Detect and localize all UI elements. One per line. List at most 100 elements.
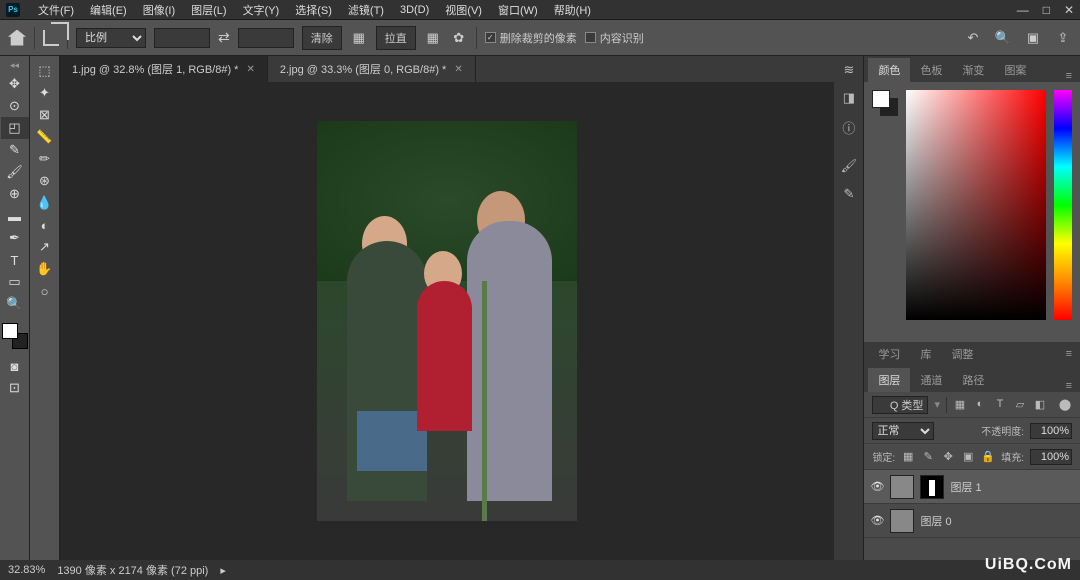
swap-dimensions-icon[interactable]: ⇄ (218, 29, 230, 46)
swatches-tab[interactable]: 色板 (910, 58, 952, 82)
layer-mask-thumbnail[interactable] (920, 475, 944, 499)
zoom-level[interactable]: 32.83% (8, 564, 45, 576)
paths-tab[interactable]: 路径 (952, 368, 994, 392)
patterns-tab[interactable]: 图案 (994, 58, 1036, 82)
visibility-eye-icon[interactable]: 👁 (870, 480, 884, 493)
color-foreground-swatch[interactable] (872, 90, 898, 116)
layer-thumbnail[interactable] (890, 475, 914, 499)
eyedropper-tool[interactable]: ✎ (1, 139, 29, 161)
stamp-tool[interactable]: ⊛ (31, 170, 59, 192)
libraries-tab[interactable]: 库 (910, 343, 941, 365)
lock-artboard-icon[interactable]: ▣ (961, 450, 975, 464)
type-tool[interactable]: T (1, 249, 29, 271)
settings-gear-icon[interactable]: ✿ (450, 29, 468, 47)
crop-preset-select[interactable]: 比例 (76, 28, 146, 48)
rectangle-tool[interactable]: ▭ (1, 271, 29, 293)
filter-shape-icon[interactable]: ▱ (1013, 398, 1027, 412)
gradients-tab[interactable]: 渐变 (952, 58, 994, 82)
workspace-icon[interactable]: ▣ (1024, 29, 1042, 47)
screenmode-tool[interactable]: ⊡ (1, 377, 29, 399)
menu-type[interactable]: 文字(Y) (235, 0, 288, 20)
share-icon[interactable]: ⇪ (1054, 29, 1072, 47)
adjustments-tab[interactable]: 调整 (941, 343, 983, 365)
history-icon[interactable]: ≋ (840, 62, 858, 80)
clear-button[interactable]: 清除 (302, 26, 342, 50)
frame-tool[interactable]: ⊠ (31, 104, 59, 126)
straighten-button[interactable]: 拉直 (376, 26, 416, 50)
filter-pixel-icon[interactable]: ▦ (953, 398, 967, 412)
layer-thumbnail[interactable] (890, 509, 914, 533)
lasso-tool[interactable]: ⊙ (1, 95, 29, 117)
tab-close-icon[interactable]: ✕ (454, 64, 462, 75)
crop-tool[interactable]: ◰ (1, 117, 29, 139)
document-tab-2[interactable]: 2.jpg @ 33.3% (图层 0, RGB/8#) *✕ (268, 56, 476, 82)
layer-name[interactable]: 图层 0 (920, 513, 951, 529)
minimize-button[interactable]: — (1017, 3, 1029, 17)
layer-name[interactable]: 图层 1 (950, 479, 981, 495)
filter-toggle-icon[interactable]: ⬤ (1058, 398, 1072, 412)
lock-transparency-icon[interactable]: ▦ (901, 450, 915, 464)
close-button[interactable]: ✕ (1064, 3, 1074, 17)
menu-window[interactable]: 窗口(W) (490, 0, 546, 20)
zoom-tool[interactable]: 🔍 (1, 293, 29, 315)
gradient-tool[interactable]: ▬ (1, 205, 29, 227)
marquee-tool[interactable]: ⬚ (31, 60, 59, 82)
delete-cropped-checkbox[interactable]: ✓删除裁剪的像素 (485, 30, 577, 46)
menu-select[interactable]: 选择(S) (287, 0, 340, 20)
layers-tab[interactable]: 图层 (868, 368, 910, 392)
learn-tab[interactable]: 学习 (868, 343, 910, 365)
panel-menu-icon[interactable]: ≡ (1062, 380, 1076, 392)
filter-adjust-icon[interactable]: ◐ (973, 398, 987, 412)
dodge-tool[interactable]: ◐ (31, 214, 59, 236)
lock-all-icon[interactable]: 🔒 (981, 450, 995, 464)
layer-row[interactable]: 👁 图层 0 (864, 504, 1080, 538)
lock-position-icon[interactable]: ✥ (941, 450, 955, 464)
menu-image[interactable]: 图像(I) (135, 0, 183, 20)
layer-row[interactable]: 👁 图层 1 (864, 470, 1080, 504)
document-tab-1[interactable]: 1.jpg @ 32.8% (图层 1, RGB/8#) *✕ (60, 56, 268, 82)
panel-menu-icon[interactable]: ≡ (1062, 348, 1076, 360)
status-chevron-icon[interactable]: ▸ (220, 564, 226, 577)
overlay-grid-icon[interactable]: ▦ (424, 29, 442, 47)
wand-tool[interactable]: ✦ (31, 82, 59, 104)
filter-type-icon[interactable]: T (993, 398, 1007, 412)
menu-view[interactable]: 视图(V) (437, 0, 490, 20)
tab-close-icon[interactable]: ✕ (246, 64, 254, 75)
visibility-eye-icon[interactable]: 👁 (870, 514, 884, 527)
healing-tool[interactable]: ⊕ (1, 183, 29, 205)
blend-mode-select[interactable]: 正常 (872, 422, 934, 440)
menu-layer[interactable]: 图层(L) (183, 0, 234, 20)
color-swatch[interactable] (2, 323, 28, 349)
brush-tool[interactable]: 🖌 (1, 161, 29, 183)
maximize-button[interactable]: □ (1043, 3, 1050, 17)
hue-slider[interactable] (1054, 90, 1072, 320)
lock-pixel-icon[interactable]: ✎ (921, 450, 935, 464)
content-aware-checkbox[interactable]: 内容识别 (585, 30, 644, 46)
opacity-input[interactable] (1030, 423, 1072, 439)
canvas[interactable] (60, 82, 834, 560)
crop-height-input[interactable] (238, 28, 294, 48)
search-icon[interactable]: 🔍 (994, 29, 1012, 47)
menu-help[interactable]: 帮助(H) (546, 0, 599, 20)
fill-input[interactable] (1030, 449, 1072, 465)
menu-edit[interactable]: 编辑(E) (82, 0, 135, 20)
brushes-icon[interactable]: ✎ (840, 186, 858, 204)
layer-filter-input[interactable] (872, 396, 928, 414)
crop-tool-icon[interactable] (43, 30, 59, 46)
menu-file[interactable]: 文件(F) (30, 0, 82, 20)
hand-tool[interactable]: ✋ (31, 258, 59, 280)
ruler-tool[interactable]: 📏 (31, 126, 59, 148)
home-icon[interactable] (8, 30, 26, 46)
menu-3d[interactable]: 3D(D) (392, 2, 437, 18)
path-tool[interactable]: ↗ (31, 236, 59, 258)
collapse-toggle[interactable]: ◂◂ (10, 60, 19, 71)
reset-icon[interactable]: ↶ (964, 29, 982, 47)
color-field[interactable] (906, 90, 1046, 320)
move-tool[interactable]: ✥ (1, 73, 29, 95)
quickmask-tool[interactable]: ◙ (1, 355, 29, 377)
pencil-tool[interactable]: ✏ (31, 148, 59, 170)
properties-icon[interactable]: ◨ (840, 90, 858, 108)
filter-smart-icon[interactable]: ◧ (1033, 398, 1047, 412)
menu-filter[interactable]: 滤镜(T) (340, 0, 392, 20)
info-icon[interactable]: ⓘ (840, 118, 858, 136)
